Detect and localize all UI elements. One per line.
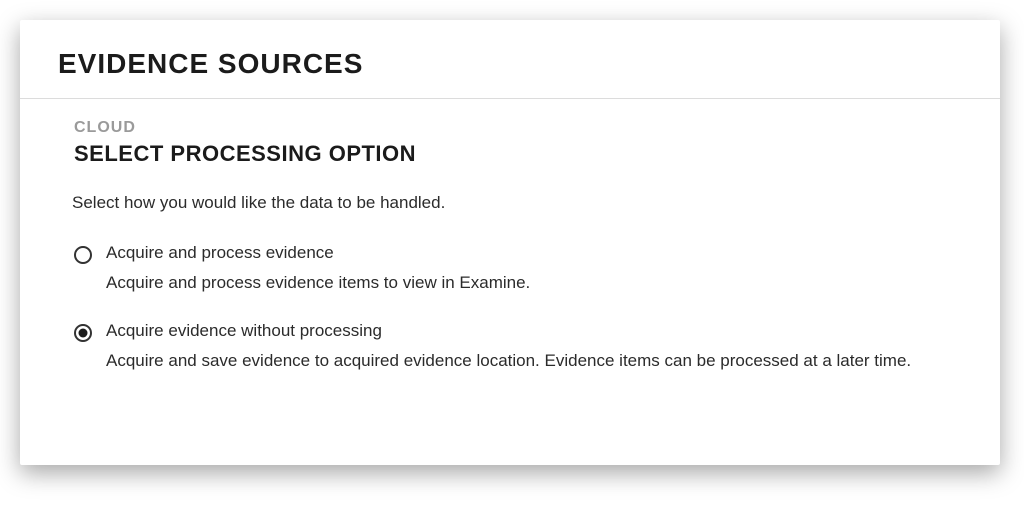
- option-description: Acquire and process evidence items to vi…: [106, 273, 530, 293]
- breadcrumb: CLOUD: [74, 119, 962, 137]
- option-label[interactable]: Acquire and process evidence: [106, 243, 530, 263]
- radio-acquire-without-processing[interactable]: [74, 324, 92, 342]
- option-description: Acquire and save evidence to acquired ev…: [106, 351, 911, 371]
- evidence-sources-dialog: EVIDENCE SOURCES CLOUD SELECT PROCESSING…: [20, 20, 1000, 465]
- dialog-header: EVIDENCE SOURCES: [20, 20, 1000, 98]
- option-acquire-without-processing[interactable]: Acquire evidence without processing Acqu…: [74, 321, 962, 371]
- section-title: SELECT PROCESSING OPTION: [74, 141, 962, 167]
- option-acquire-and-process[interactable]: Acquire and process evidence Acquire and…: [74, 243, 962, 293]
- option-texts: Acquire evidence without processing Acqu…: [106, 321, 911, 371]
- dialog-content: CLOUD SELECT PROCESSING OPTION Select ho…: [20, 99, 1000, 371]
- radio-acquire-and-process[interactable]: [74, 246, 92, 264]
- instruction-text: Select how you would like the data to be…: [72, 193, 962, 213]
- option-label[interactable]: Acquire evidence without processing: [106, 321, 911, 341]
- option-texts: Acquire and process evidence Acquire and…: [106, 243, 530, 293]
- dialog-title: EVIDENCE SOURCES: [58, 48, 962, 80]
